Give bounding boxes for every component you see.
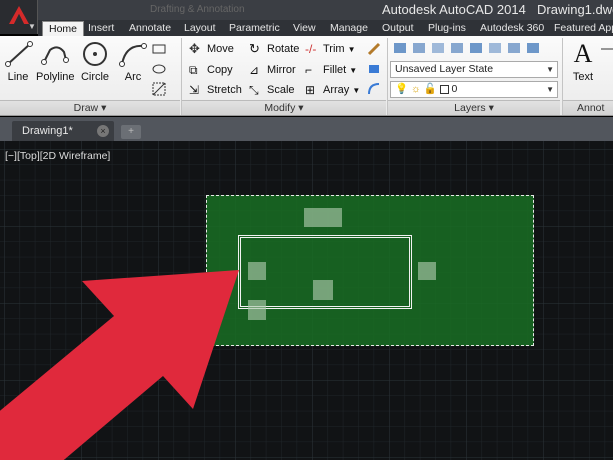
tab-annotate[interactable]: Annotate (129, 21, 171, 36)
chevron-down-icon: ▼ (352, 86, 361, 95)
text-label: Text (572, 71, 594, 83)
chevron-down-icon: ▼ (28, 22, 36, 31)
modify-panel-label[interactable]: Modify ▾ (182, 100, 386, 115)
layer-lock-icon[interactable] (469, 41, 483, 55)
layer-state-dropdown[interactable]: Unsaved Layer State ▼ (390, 61, 558, 78)
fillet-icon: ⌐ (305, 63, 313, 78)
array-icon: ⊞ (305, 83, 316, 98)
line-tool[interactable]: Line (4, 40, 33, 83)
new-tab-button[interactable]: + (121, 125, 141, 139)
layer-previous-icon[interactable] (526, 41, 540, 55)
sun-icon: ☼ (411, 83, 421, 95)
scale-icon: ⤡ (249, 83, 259, 98)
draw-panel-label[interactable]: Draw ▾ (0, 100, 180, 115)
tab-home[interactable]: Home (42, 21, 85, 36)
plus-icon: + (128, 126, 134, 137)
tab-plug-ins[interactable]: Plug-ins (428, 21, 466, 36)
trim-icon: -/- (305, 42, 317, 57)
hatch-icon[interactable] (152, 82, 166, 96)
ribbon: Line Polyline Circle Arc Draw ▾ ✥ Move ↻ R… (0, 36, 613, 116)
copy-button[interactable]: ⧉ Copy (189, 62, 233, 78)
copy-icon: ⧉ (189, 63, 198, 78)
title-bar: Drafting & Annotation Autodesk AutoCAD 2… (0, 0, 613, 20)
polyline-label: Polyline (36, 71, 75, 83)
stretch-button[interactable]: ⇲ Stretch (189, 82, 242, 98)
move-button[interactable]: ✥ Move (189, 41, 234, 57)
drawing-canvas[interactable]: [−][Top][2D Wireframe] (0, 141, 613, 460)
rectangle-icon[interactable] (152, 42, 166, 56)
document-tab-strip: Drawing1* × + (0, 117, 613, 141)
text-icon: A (573, 39, 593, 68)
polyline-icon (41, 46, 69, 65)
stretch-icon: ⇲ (189, 83, 200, 98)
tab-output[interactable]: Output (382, 21, 414, 36)
line-icon (5, 41, 33, 67)
chevron-down-icon: ▼ (546, 65, 554, 74)
layer-properties-icon[interactable] (393, 41, 407, 55)
quick-access-workspace: Drafting & Annotation (150, 4, 245, 15)
layers-panel-label[interactable]: Layers ▾ (388, 100, 560, 115)
erase-icon[interactable] (367, 42, 381, 56)
mirror-icon: ⊿ (249, 63, 260, 78)
rotate-button[interactable]: ↻ Rotate (249, 41, 299, 57)
document-tab-label: Drawing1* (22, 125, 73, 137)
line-label: Line (7, 71, 29, 83)
lightbulb-icon: 💡 (395, 83, 409, 95)
layer-match-icon[interactable] (488, 41, 502, 55)
layer-freeze-icon[interactable] (450, 41, 464, 55)
arc-label: Arc (124, 71, 142, 83)
rotate-icon: ↻ (249, 41, 260, 57)
document-tab[interactable]: Drawing1* × (12, 121, 114, 141)
layer-walk-icon[interactable] (507, 41, 521, 55)
chevron-down-icon: ▼ (546, 85, 554, 94)
circle-icon (83, 42, 107, 66)
chevron-down-icon: ▼ (347, 45, 356, 54)
circle-tool[interactable]: Circle (80, 40, 110, 83)
dimension-icon[interactable] (600, 42, 613, 56)
scale-button[interactable]: ⤡ Scale (249, 82, 295, 98)
lock-icon: 🔓 (423, 83, 437, 95)
explode-icon[interactable] (367, 62, 381, 76)
trim-button[interactable]: -/- Trim ▼ (305, 41, 356, 57)
mirror-button[interactable]: ⊿ Mirror (249, 62, 296, 78)
tab-view[interactable]: View (293, 21, 316, 36)
text-tool[interactable]: A Text (568, 39, 598, 84)
ellipse-icon[interactable] (152, 62, 166, 76)
autocad-logo-icon (9, 6, 29, 24)
circle-label: Circle (80, 71, 110, 83)
chevron-down-icon: ▼ (349, 66, 358, 75)
application-menu-button[interactable]: ▼ (0, 0, 38, 34)
document-title: Drawing1.dwg (537, 2, 613, 17)
tab-layout[interactable]: Layout (184, 21, 216, 36)
offset-icon[interactable] (367, 82, 381, 96)
layer-off-icon[interactable] (431, 41, 445, 55)
tab-parametric[interactable]: Parametric (229, 21, 280, 36)
layer-dropdown[interactable]: 💡 ☼ 🔓 0 ▼ (390, 81, 558, 98)
tab-featured-apps[interactable]: Featured Apps (554, 21, 613, 36)
pointer-arrow-icon (0, 270, 239, 460)
close-icon[interactable]: × (97, 125, 109, 137)
layer-color-swatch (439, 84, 449, 94)
tab-manage[interactable]: Manage (330, 21, 368, 36)
fillet-button[interactable]: ⌐ Fillet ▼ (305, 62, 357, 78)
layer-isolate-icon[interactable] (412, 41, 426, 55)
move-icon: ✥ (189, 41, 200, 57)
arc-icon (119, 43, 147, 67)
array-button[interactable]: ⊞ Array ▼ (305, 82, 360, 98)
tab-autodesk-360[interactable]: Autodesk 360 (480, 21, 544, 36)
annotation-panel-label[interactable]: Annot (563, 100, 613, 115)
arc-tool[interactable]: Arc (118, 40, 148, 83)
tab-insert[interactable]: Insert (88, 21, 114, 36)
polyline-tool[interactable]: Polyline (36, 40, 75, 83)
ribbon-tabs: Home Insert Annotate Layout Parametric V… (38, 20, 613, 36)
current-layer-name: 0 (451, 83, 458, 95)
app-title: Autodesk AutoCAD 2014 (382, 2, 526, 17)
